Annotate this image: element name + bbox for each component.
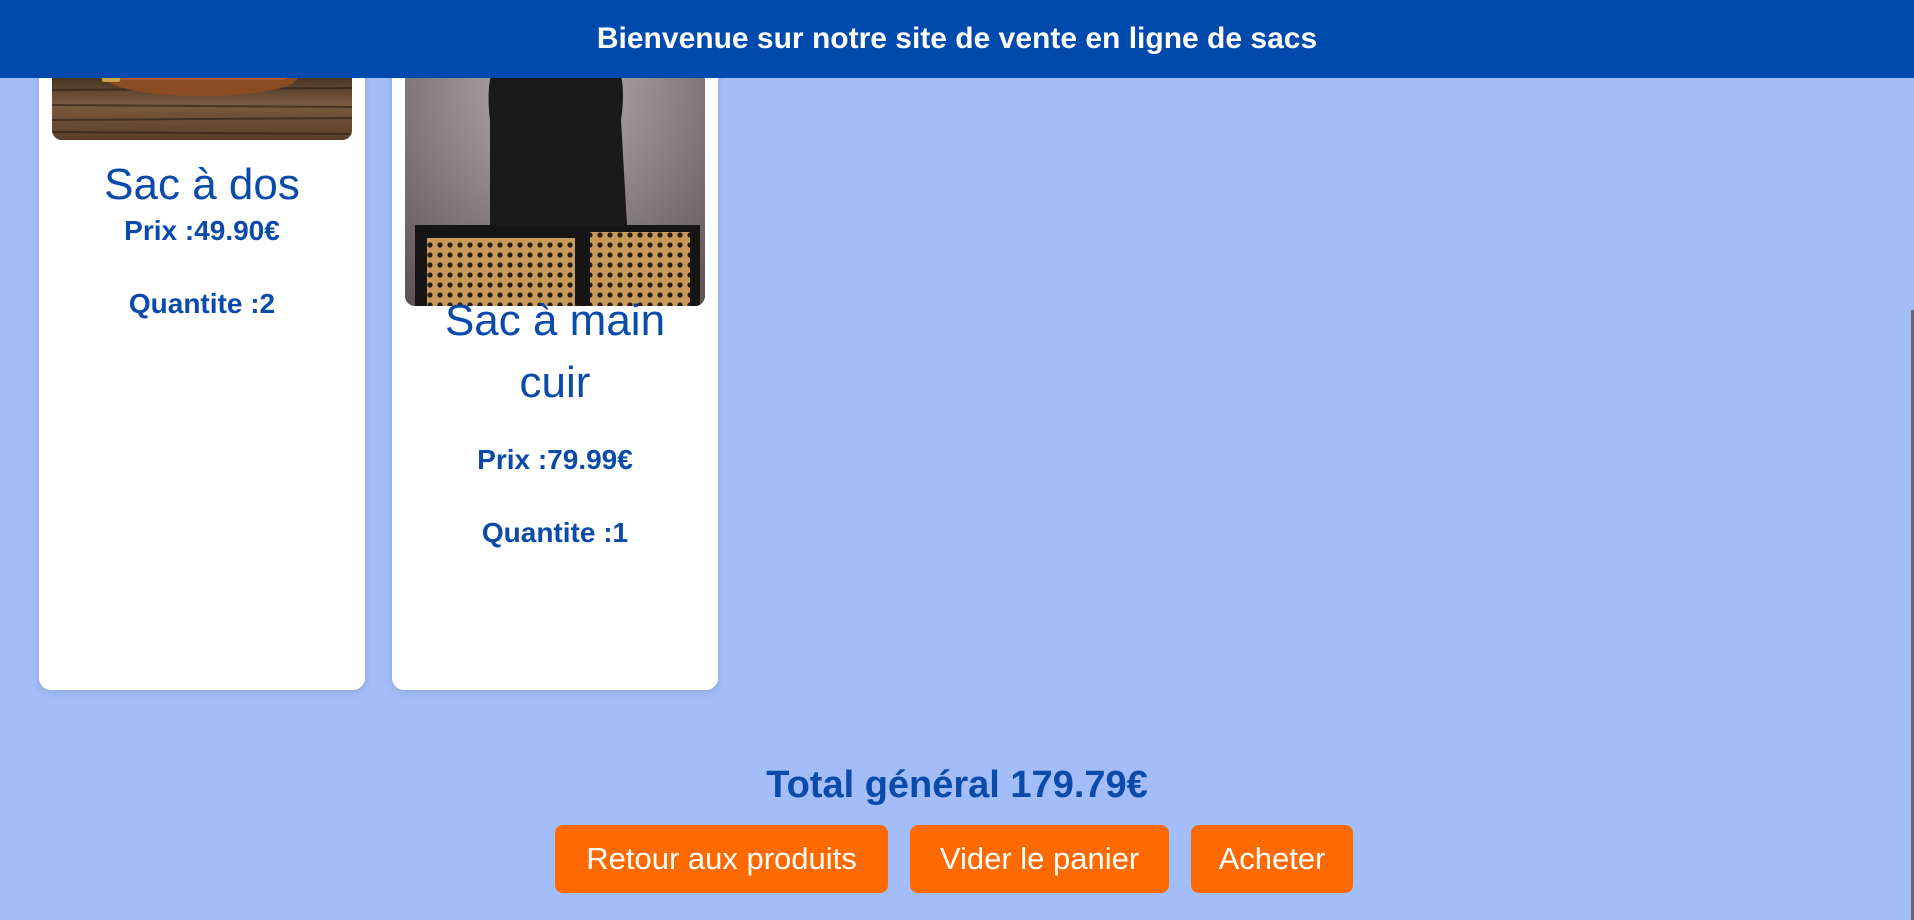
product-name: Sac à dos: [104, 160, 300, 209]
site-welcome-title: Bienvenue sur notre site de vente en lig…: [596, 22, 1318, 55]
cart-item-card: Sac à main cuir Prix :79.99€ Quantite :1: [392, 0, 718, 690]
cart-item-card: Sac à dos Prix :49.90€ Quantite :2: [39, 0, 365, 690]
site-header: Bienvenue sur notre site de vente en lig…: [0, 0, 1914, 78]
product-price: Prix :49.90€: [124, 215, 280, 246]
cart-actions: Retour aux produits Vider le panier Ache…: [0, 825, 1914, 893]
product-price: Prix :79.99€: [477, 444, 633, 475]
back-to-products-button[interactable]: Retour aux produits: [555, 825, 888, 893]
product-quantity: Quantite :1: [481, 517, 629, 548]
empty-cart-button[interactable]: Vider le panier: [910, 825, 1169, 893]
product-quantity: Quantite :2: [128, 288, 276, 319]
cart-page: Sac à dos Prix :49.90€ Quantite :2 Sac à…: [0, 0, 1914, 920]
cart-total: Total général 179.79€: [766, 764, 1148, 806]
product-name: Sac à main cuir: [444, 296, 666, 407]
buy-button[interactable]: Acheter: [1191, 825, 1353, 893]
